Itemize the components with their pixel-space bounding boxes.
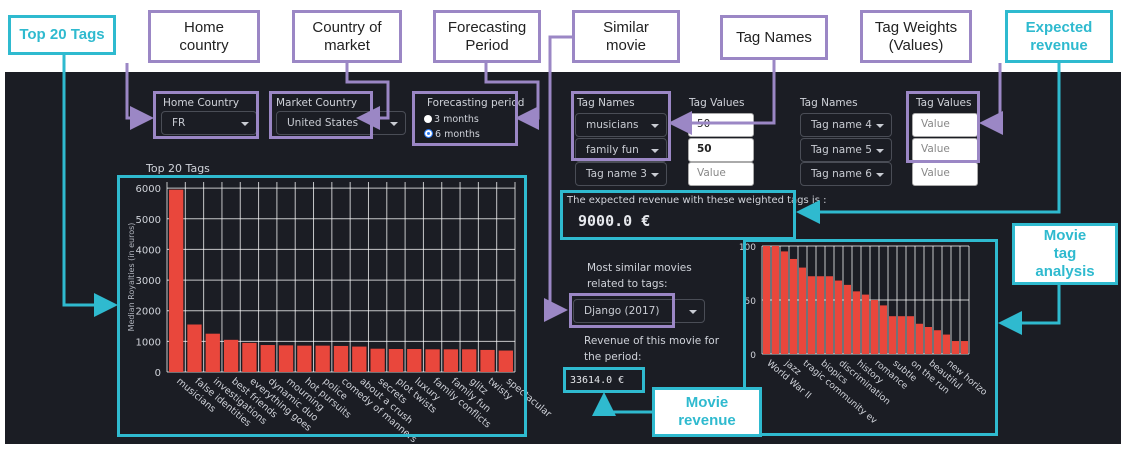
annotation-movie-tag-analysis: Movie tag analysis bbox=[1012, 223, 1118, 285]
annotation-similar-movie: Similar movie bbox=[572, 10, 680, 63]
annotation-movie-revenue: Movie revenue bbox=[652, 387, 762, 437]
tag-weights-highlight bbox=[906, 91, 980, 163]
tag-names-highlight bbox=[571, 91, 671, 161]
annotation-home-country: Home country bbox=[148, 10, 260, 63]
movie-revenue-highlight bbox=[563, 367, 645, 393]
chart-title: Top 20 Tags bbox=[145, 162, 210, 175]
annotation-expected-revenue: Expected revenue bbox=[1005, 10, 1113, 63]
top20-highlight bbox=[117, 175, 527, 437]
annotation-top20: Top 20 Tags bbox=[8, 15, 116, 55]
expected-revenue-highlight bbox=[560, 190, 796, 240]
market-country-highlight bbox=[269, 91, 373, 139]
forecast-highlight bbox=[412, 91, 518, 146]
annotation-tag-names: Tag Names bbox=[720, 15, 828, 60]
annotation-tag-weights: Tag Weights (Values) bbox=[860, 10, 972, 63]
home-country-highlight bbox=[153, 91, 259, 139]
annotation-country-market: Country of market bbox=[292, 10, 402, 63]
similar-movie-highlight bbox=[569, 293, 675, 328]
movie-tag-highlight bbox=[743, 239, 998, 436]
annotation-forecasting: Forecasting Period bbox=[433, 10, 541, 63]
